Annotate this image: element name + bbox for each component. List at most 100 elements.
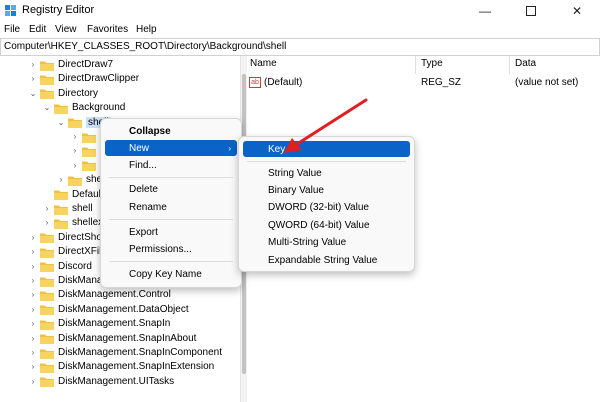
menu-item-export[interactable]: Export: [105, 224, 237, 240]
tree-node-label: DiskManagement.UITasks: [58, 375, 175, 387]
menu-help[interactable]: Help: [136, 24, 157, 35]
submenu-item-expandable-string-value[interactable]: Expandable String Value: [243, 252, 410, 268]
tree-node-label: DirectDraw7: [58, 59, 114, 70]
folder-icon: [54, 218, 68, 229]
tree-node-label: DiskManagement.SnapInAbout: [58, 332, 197, 344]
menu-item-collapse[interactable]: Collapse: [105, 123, 237, 139]
folder-icon: [54, 189, 68, 201]
folder-icon: [54, 103, 68, 114]
tree-node-label: Default: [72, 188, 104, 200]
chevron-down-icon[interactable]: ⌄: [42, 103, 52, 112]
folder-icon: [40, 88, 54, 100]
folder-icon: [40, 247, 54, 258]
tree-node-label: DirectDrawClipper: [58, 73, 140, 85]
tree-node-label: DiskManagement.DataObject: [58, 303, 189, 315]
chevron-right-icon[interactable]: ›: [42, 204, 52, 213]
chevron-right-icon[interactable]: ›: [28, 305, 38, 314]
column-header-data[interactable]: Data: [515, 58, 536, 69]
menu-bar: File Edit View Favorites Help: [0, 22, 600, 38]
close-icon: ✕: [571, 4, 583, 18]
string-value-icon: ab: [249, 77, 261, 88]
folder-icon: [40, 290, 54, 301]
chevron-right-icon[interactable]: ›: [42, 218, 52, 227]
maximize-button[interactable]: [508, 0, 554, 22]
column-divider[interactable]: [509, 56, 510, 74]
chevron-right-icon[interactable]: ›: [28, 247, 38, 256]
menu-item-find[interactable]: Find...: [105, 157, 237, 173]
column-header-type[interactable]: Type: [421, 58, 443, 69]
chevron-right-icon[interactable]: ›: [28, 348, 38, 357]
menu-item-delete[interactable]: Delete: [105, 181, 237, 197]
chevron-right-icon[interactable]: ›: [28, 362, 38, 371]
menu-item-copy-key-name[interactable]: Copy Key Name: [105, 266, 237, 282]
menu-file[interactable]: File: [4, 24, 20, 35]
address-bar[interactable]: Computer\HKEY_CLASSES_ROOT\Directory\Bac…: [0, 38, 600, 56]
chevron-right-icon[interactable]: ›: [28, 60, 38, 69]
menu-favorites[interactable]: Favorites: [87, 24, 128, 35]
chevron-right-icon[interactable]: ›: [28, 319, 38, 328]
folder-icon: [40, 74, 54, 85]
submenu-item-binary-value[interactable]: Binary Value: [243, 182, 410, 198]
tree-node-label: shellex: [72, 217, 104, 229]
menu-separator: [109, 219, 233, 220]
chevron-right-icon[interactable]: ›: [28, 74, 38, 83]
tree-node-label: Directory: [58, 87, 99, 99]
tree-node-label: DiskManagement.SnapInExtension: [58, 361, 215, 373]
minimize-button[interactable]: —: [462, 0, 508, 22]
chevron-right-icon[interactable]: ›: [70, 146, 80, 155]
chevron-right-icon[interactable]: ›: [70, 161, 80, 170]
folder-icon: [40, 348, 54, 359]
folder-icon: [82, 132, 96, 143]
chevron-right-icon[interactable]: ›: [28, 377, 38, 386]
close-button[interactable]: ✕: [554, 0, 600, 22]
maximize-icon: [526, 6, 536, 16]
tree-node[interactable]: › DiskManagement.UITasks: [28, 373, 174, 390]
submenu-item-dword-value[interactable]: DWORD (32-bit) Value: [243, 199, 410, 215]
menu-separator: [247, 161, 406, 162]
chevron-right-icon[interactable]: ›: [70, 132, 80, 141]
submenu-item-multi-string-value[interactable]: Multi-String Value: [243, 234, 410, 250]
folder-icon: [68, 117, 82, 129]
chevron-down-icon[interactable]: ⌄: [56, 118, 66, 127]
menu-edit[interactable]: Edit: [29, 24, 46, 35]
folder-icon: [40, 276, 54, 287]
chevron-right-icon[interactable]: ›: [28, 276, 38, 285]
chevron-right-icon[interactable]: ›: [28, 290, 38, 299]
folder-icon: [40, 261, 54, 273]
menu-separator: [109, 261, 233, 262]
tree-node-label: DiskManagement.SnapIn: [58, 318, 171, 330]
address-path: Computer\HKEY_CLASSES_ROOT\Directory\Bac…: [4, 41, 287, 52]
menu-view[interactable]: View: [55, 24, 77, 35]
window-title: Registry Editor: [22, 4, 95, 16]
submenu-item-qword-value[interactable]: QWORD (64-bit) Value: [243, 217, 410, 233]
folder-icon: [40, 376, 54, 388]
column-header-name[interactable]: Name: [250, 58, 277, 69]
folder-icon: [40, 60, 54, 71]
red-arrow-annotation: [284, 98, 368, 153]
tree-node-label: shell: [72, 203, 93, 214]
value-data: (value not set): [515, 77, 579, 88]
chevron-right-icon[interactable]: ›: [56, 175, 66, 184]
menu-item-rename[interactable]: Rename: [105, 199, 237, 215]
chevron-right-icon[interactable]: ›: [28, 334, 38, 343]
minimize-icon: —: [479, 4, 491, 18]
column-divider[interactable]: [415, 56, 416, 74]
folder-icon: [40, 333, 54, 345]
tree-node-label: Background: [72, 102, 126, 114]
chevron-down-icon[interactable]: ⌄: [28, 89, 38, 98]
folder-icon: [40, 232, 54, 244]
menu-item-new[interactable]: New ›: [105, 140, 237, 156]
chevron-right-icon[interactable]: ›: [28, 233, 38, 242]
value-type: REG_SZ: [421, 77, 462, 88]
folder-icon: [68, 175, 82, 186]
folder-icon: [82, 160, 96, 172]
folder-icon: [40, 319, 54, 330]
value-row[interactable]: ab (Default): [249, 77, 302, 88]
title-bar: Registry Editor — ✕: [0, 0, 600, 22]
submenu-item-string-value[interactable]: String Value: [243, 165, 410, 181]
chevron-right-icon[interactable]: ›: [28, 262, 38, 271]
menu-item-permissions[interactable]: Permissions...: [105, 241, 237, 257]
menu-separator: [109, 177, 233, 178]
folder-icon: [40, 362, 54, 373]
context-menu: Collapse New › Find... Delete Rename Exp…: [100, 118, 242, 288]
